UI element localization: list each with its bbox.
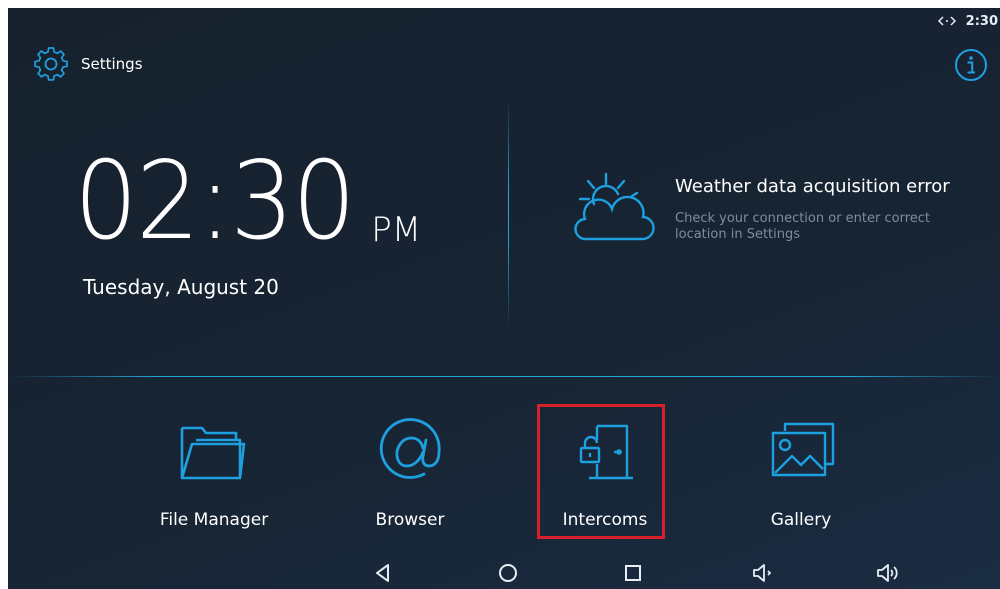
partly-cloudy-icon xyxy=(574,172,655,241)
recents-square-icon[interactable] xyxy=(621,561,645,585)
app-gallery[interactable]: Gallery xyxy=(731,408,871,538)
app-label-browser: Browser xyxy=(375,510,445,530)
back-triangle-icon[interactable] xyxy=(371,561,395,585)
app-label-file-manager: File Manager xyxy=(159,510,269,530)
volume-up-icon[interactable] xyxy=(876,561,900,585)
horizontal-divider xyxy=(8,376,1000,377)
gear-icon xyxy=(34,47,68,81)
app-label-gallery: Gallery xyxy=(770,510,832,530)
gallery-icon xyxy=(771,422,835,477)
info-icon xyxy=(955,49,987,81)
vertical-divider xyxy=(508,98,509,328)
status-time: 2:30 xyxy=(965,13,998,29)
status-bar: 2:30 xyxy=(937,8,1000,34)
clock-time: 02:30 xyxy=(74,139,356,264)
app-browser[interactable]: Browser xyxy=(340,408,480,538)
data-transfer-icon xyxy=(937,16,956,26)
clock-ampm: PM xyxy=(371,210,422,250)
settings-button[interactable]: Settings xyxy=(33,46,143,82)
clock-widget[interactable]: 02:30 PM xyxy=(74,148,421,256)
info-button[interactable] xyxy=(954,48,988,82)
home-screen: 2:30 Settings 02:30 PM Tuesday, August 2… xyxy=(8,8,1000,589)
folder-icon xyxy=(180,426,246,480)
settings-label: Settings xyxy=(81,55,143,73)
clock-date: Tuesday, August 20 xyxy=(83,275,279,299)
weather-error-title: Weather data acquisition error xyxy=(675,176,950,197)
at-sign-icon xyxy=(379,418,441,479)
home-circle-icon[interactable] xyxy=(496,561,520,585)
weather-error-message: Check your connection or enter correct l… xyxy=(675,211,931,242)
navigation-bar xyxy=(8,557,1000,589)
selection-highlight xyxy=(537,404,665,539)
volume-down-icon[interactable] xyxy=(751,561,775,585)
app-file-manager[interactable]: File Manager xyxy=(144,408,284,538)
